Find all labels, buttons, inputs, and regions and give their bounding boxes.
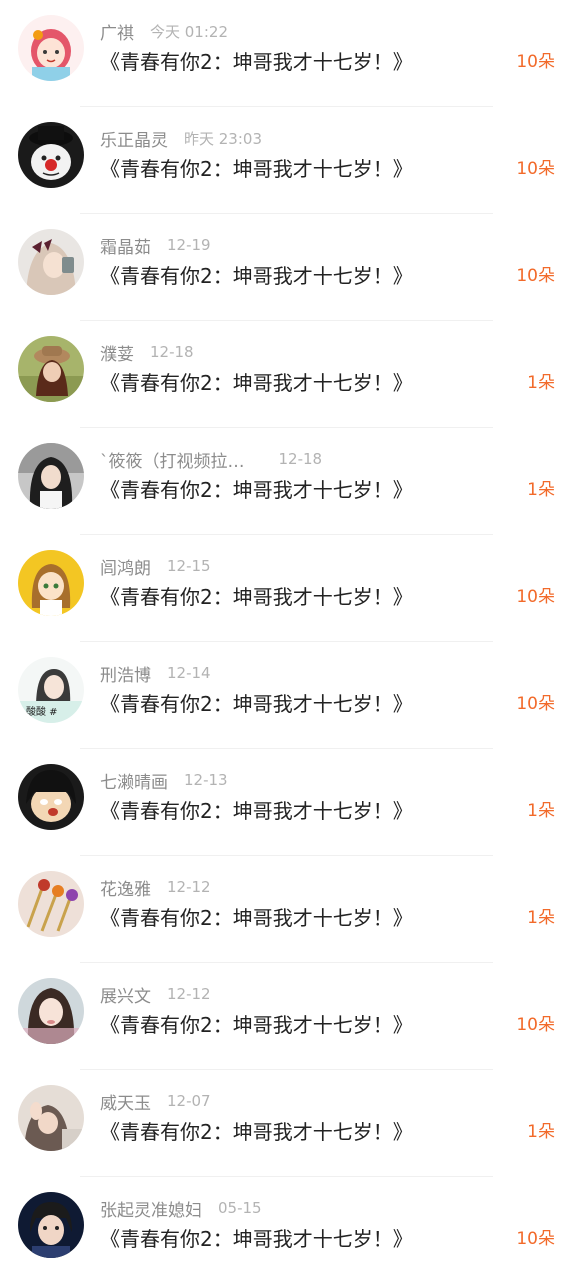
user-name[interactable]: 刑浩博 [100, 661, 151, 686]
cartoon-girl-avatar [18, 15, 84, 81]
avatar-caption: 酸酸 # [26, 705, 58, 718]
clown-avatar [18, 122, 84, 188]
timestamp: 12-07 [167, 1092, 211, 1110]
gift-count: 10朵 [516, 52, 555, 72]
list-item[interactable]: 酸酸 # 刑浩博 12-14 《青春有你2：坤哥我才十七岁！》 10朵 [0, 642, 573, 749]
user-name[interactable]: 展兴文 [100, 982, 151, 1007]
list-item[interactable]: `筱筱（打视频拉… 12-18 《青春有你2：坤哥我才十七岁！》 1朵 [0, 428, 573, 535]
avatar[interactable] [18, 229, 84, 295]
user-name[interactable]: 花逸雅 [100, 875, 151, 900]
list-item[interactable]: 霜晶茹 12-19 《青春有你2：坤哥我才十七岁！》 10朵 [0, 214, 573, 321]
anime-girl-avatar [18, 550, 84, 616]
list-item[interactable]: 花逸雅 12-12 《青春有你2：坤哥我才十七岁！》 1朵 [0, 856, 573, 963]
timestamp: 12-12 [167, 878, 211, 896]
user-name[interactable]: 七濑晴画 [100, 768, 168, 793]
avatar[interactable] [18, 764, 84, 830]
timestamp: 12-15 [167, 557, 211, 575]
user-name[interactable]: 张起灵准媳妇 [100, 1196, 202, 1221]
item-title[interactable]: 《青春有你2：坤哥我才十七岁！》 [100, 901, 413, 935]
item-title[interactable]: 《青春有你2：坤哥我才十七岁！》 [100, 580, 413, 614]
gift-count: 10朵 [516, 1229, 555, 1249]
boy-portrait-avatar [18, 1192, 84, 1258]
item-title[interactable]: 《青春有你2：坤哥我才十七岁！》 [100, 687, 413, 721]
gift-count: 10朵 [516, 266, 555, 286]
crying-cartoon-avatar [18, 764, 84, 830]
gift-count: 1朵 [527, 480, 555, 500]
list-item[interactable]: 七濑晴画 12-13 《青春有你2：坤哥我才十七岁！》 1朵 [0, 749, 573, 856]
user-name[interactable]: 濮荽 [100, 340, 134, 365]
gift-record-list: 广祺 今天 01:22 《青春有你2：坤哥我才十七岁！》 10朵 乐正晶灵 昨天… [0, 0, 573, 1284]
list-item[interactable]: 乐正晶灵 昨天 23:03 《青春有你2：坤哥我才十七岁！》 10朵 [0, 107, 573, 214]
item-title[interactable]: 《青春有你2：坤哥我才十七岁！》 [100, 794, 413, 828]
list-item[interactable]: 闾鸿朗 12-15 《青春有你2：坤哥我才十七岁！》 10朵 [0, 535, 573, 642]
list-item[interactable]: 展兴文 12-12 《青春有你2：坤哥我才十七岁！》 10朵 [0, 963, 573, 1070]
girl-hat-avatar [18, 336, 84, 402]
avatar[interactable] [18, 871, 84, 937]
avatar[interactable] [18, 15, 84, 81]
avatar[interactable] [18, 336, 84, 402]
item-title[interactable]: 《青春有你2：坤哥我才十七岁！》 [100, 1222, 413, 1256]
item-title[interactable]: 《青春有你2：坤哥我才十七岁！》 [100, 473, 413, 507]
timestamp: 12-19 [167, 236, 211, 254]
timestamp: 12-12 [167, 985, 211, 1003]
user-name[interactable]: `筱筱（打视频拉… [100, 447, 245, 472]
list-item[interactable]: 张起灵准媳妇 05-15 《青春有你2：坤哥我才十七岁！》 10朵 [0, 1177, 573, 1284]
gift-count: 1朵 [527, 908, 555, 928]
gift-count: 10朵 [516, 159, 555, 179]
user-name[interactable]: 广祺 [100, 19, 134, 44]
gift-count: 1朵 [527, 1122, 555, 1142]
gift-count: 10朵 [516, 694, 555, 714]
gift-count: 10朵 [516, 587, 555, 607]
user-name[interactable]: 闾鸿朗 [100, 554, 151, 579]
avatar[interactable] [18, 443, 84, 509]
timestamp: 12-18 [150, 343, 194, 361]
timestamp: 12-13 [184, 771, 228, 789]
hand-pose-avatar [18, 1085, 84, 1151]
timestamp: 昨天 23:03 [184, 129, 262, 148]
girl-bow-avatar [18, 229, 84, 295]
item-title[interactable]: 《青春有你2：坤哥我才十七岁！》 [100, 152, 413, 186]
avatar[interactable] [18, 1085, 84, 1151]
gift-count: 1朵 [527, 373, 555, 393]
gift-count: 1朵 [527, 801, 555, 821]
user-name[interactable]: 霜晶茹 [100, 233, 151, 258]
item-title[interactable]: 《青春有你2：坤哥我才十七岁！》 [100, 259, 413, 293]
avatar[interactable] [18, 550, 84, 616]
hair-clips-avatar [18, 871, 84, 937]
avatar[interactable] [18, 1192, 84, 1258]
avatar[interactable] [18, 122, 84, 188]
item-title[interactable]: 《青春有你2：坤哥我才十七岁！》 [100, 366, 413, 400]
user-name[interactable]: 乐正晶灵 [100, 126, 168, 151]
item-title[interactable]: 《青春有你2：坤哥我才十七岁！》 [100, 1115, 413, 1149]
list-item[interactable]: 濮荽 12-18 《青春有你2：坤哥我才十七岁！》 1朵 [0, 321, 573, 428]
timestamp: 05-15 [218, 1199, 262, 1217]
timestamp: 今天 01:22 [150, 22, 228, 41]
gift-count: 10朵 [516, 1015, 555, 1035]
timestamp: 12-14 [167, 664, 211, 682]
timestamp: 12-18 [278, 450, 323, 468]
photo-sticker-avatar: 酸酸 # [18, 657, 84, 723]
item-title[interactable]: 《青春有你2：坤哥我才十七岁！》 [100, 1008, 413, 1042]
list-item[interactable]: 广祺 今天 01:22 《青春有你2：坤哥我才十七岁！》 10朵 [0, 0, 573, 107]
list-item[interactable]: 威天玉 12-07 《青春有你2：坤哥我才十七岁！》 1朵 [0, 1070, 573, 1177]
avatar[interactable]: 酸酸 # [18, 657, 84, 723]
girl-portrait-avatar [18, 978, 84, 1044]
avatar[interactable] [18, 978, 84, 1044]
user-name[interactable]: 威天玉 [100, 1089, 151, 1114]
item-title[interactable]: 《青春有你2：坤哥我才十七岁！》 [100, 45, 413, 79]
girl-dark-hair-avatar [18, 443, 84, 509]
